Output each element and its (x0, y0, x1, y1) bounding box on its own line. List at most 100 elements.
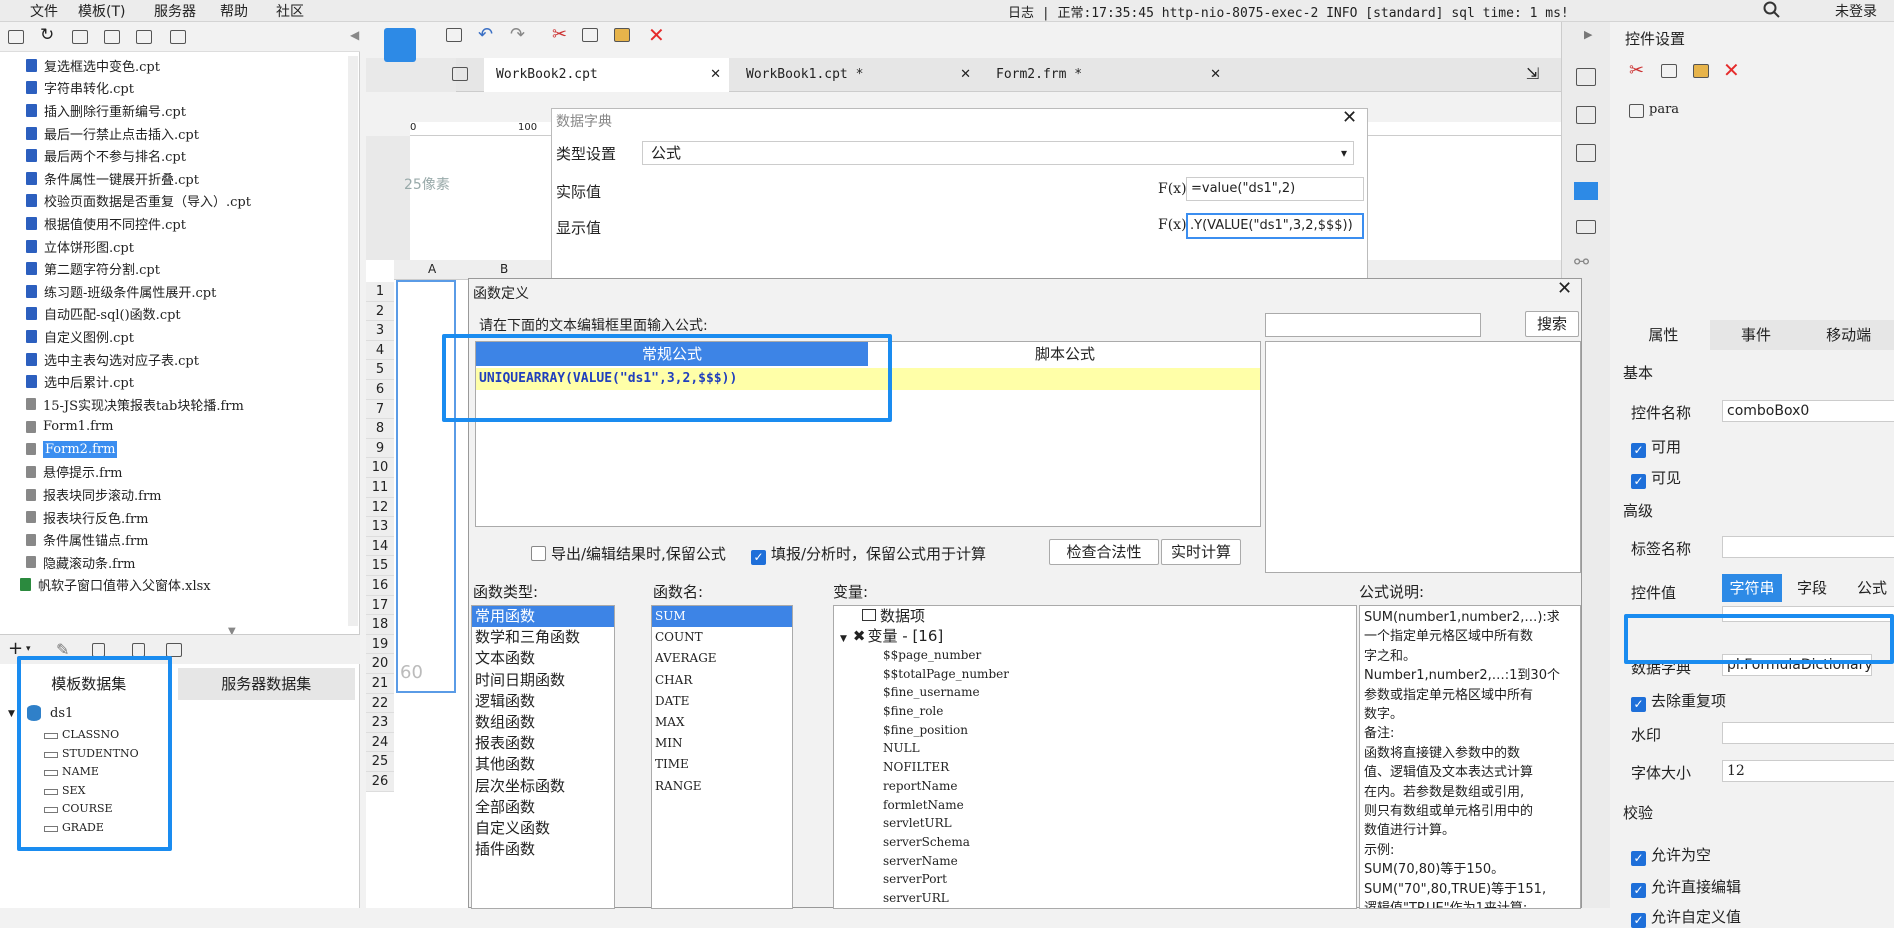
row-number[interactable]: 26 (366, 772, 394, 792)
enabled-checkbox[interactable]: ✓ 可用 (1631, 436, 1681, 458)
row-number[interactable]: 9 (366, 438, 394, 459)
refresh-icon[interactable]: ↻ (40, 25, 54, 45)
grid-icon[interactable] (452, 67, 468, 81)
copy-icon[interactable] (582, 28, 598, 42)
tree-item[interactable]: 插入删除行重新编号.cpt (26, 99, 348, 122)
variable-item[interactable]: serverSchema (834, 833, 1356, 852)
collapse-left-icon[interactable]: ◀ (350, 28, 359, 42)
menu-template[interactable]: 模板(T) (78, 1, 125, 21)
row-number[interactable]: 10 (366, 458, 394, 478)
variable-item[interactable]: NULL (834, 739, 1356, 758)
tree-item[interactable]: 最后一行禁止点击插入.cpt (26, 122, 348, 145)
row-number[interactable]: 21 (366, 674, 394, 694)
row-number[interactable]: 20 (366, 654, 394, 674)
function-type-item[interactable]: 逻辑函数 (472, 691, 614, 712)
widget-para[interactable]: para (1649, 102, 1679, 117)
function-name-item[interactable]: DATE (652, 691, 792, 712)
preview-icon[interactable] (132, 643, 145, 657)
tree-item[interactable]: 报表块同步滚动.frm (26, 483, 348, 506)
function-type-item[interactable]: 层次坐标函数 (472, 776, 614, 797)
tab-workbook2[interactable]: WorkBook2.cpt ✕ (484, 58, 729, 92)
tree-item[interactable]: 帆软子窗口值带入父窗体.xlsx (20, 574, 348, 597)
row-number[interactable]: 17 (366, 595, 394, 616)
link-icon[interactable]: ⚯ (1574, 252, 1589, 273)
row-number[interactable]: 4 (366, 340, 394, 361)
name-input[interactable]: comboBox0 (1722, 400, 1894, 422)
value-tab-string[interactable]: 字符串 (1722, 574, 1782, 602)
function-name-list[interactable]: SUM COUNT AVERAGE CHAR DATE MAX MIN TIME RANGE (651, 605, 793, 909)
function-type-item[interactable]: 数组函数 (472, 712, 614, 733)
dedupe-checkbox[interactable]: ✓ 去除重复项 (1631, 690, 1726, 712)
tree-item[interactable]: 15-JS实现决策报表tab块轮播.frm (26, 393, 348, 416)
fill-checkbox[interactable]: ✓ 填报/分析时，保留公式用于计算 (751, 543, 986, 565)
tree-item[interactable]: 根据值使用不同控件.cpt (26, 212, 348, 235)
export-checkbox[interactable]: 导出/编辑结果时,保留公式 (531, 543, 726, 564)
settings-icon[interactable] (104, 30, 120, 44)
display-input[interactable]: .Y(VALUE("ds1",3,2,$$$)) (1186, 213, 1364, 239)
row-number[interactable]: 2 (366, 301, 394, 322)
variable-item[interactable]: serverURL (834, 889, 1356, 908)
variable-item[interactable]: reportName (834, 777, 1356, 796)
func-search-input[interactable] (1265, 313, 1481, 337)
variable-item[interactable]: $$page_number (834, 646, 1356, 665)
row-number[interactable]: 6 (366, 380, 394, 400)
function-name-item[interactable]: TIME (652, 754, 792, 775)
row-number[interactable]: 13 (366, 517, 394, 537)
new-folder-icon[interactable] (8, 30, 24, 44)
tab-script-formula[interactable]: 脚本公式 (868, 342, 1260, 366)
tree-item[interactable]: 练习题-班级条件属性展开.cpt (26, 280, 348, 303)
tree-item[interactable]: 复选框选中变色.cpt (26, 54, 348, 77)
tree-item[interactable]: 立体饼形图.cpt (26, 235, 348, 258)
tab-mobile[interactable]: 移动端 (1802, 320, 1894, 350)
search-results[interactable] (1265, 341, 1581, 573)
row-number[interactable]: 1 (366, 282, 394, 302)
tree-item[interactable]: 字符串转化.cpt (26, 77, 348, 100)
variable-item[interactable]: servletURL (834, 814, 1356, 833)
image-icon[interactable] (1576, 106, 1596, 124)
row-number[interactable]: 12 (366, 497, 394, 518)
close-icon[interactable]: ✕ (1210, 58, 1221, 92)
fontsize-select[interactable]: 12 (1722, 760, 1894, 782)
tree-item[interactable]: 条件属性一键展开折叠.cpt (26, 167, 348, 190)
row-number[interactable]: 3 (366, 321, 394, 341)
tab-workbook1[interactable]: WorkBook1.cpt * ✕ (734, 58, 979, 92)
copy-icon[interactable] (170, 30, 186, 44)
login-link[interactable]: 未登录 (1835, 1, 1877, 21)
undo-icon[interactable]: ↶ (478, 24, 493, 45)
variable-item[interactable]: $fine_position (834, 721, 1356, 740)
variable-item[interactable]: serverName (834, 852, 1356, 871)
variable-item[interactable]: $fine_role (834, 702, 1356, 721)
redo-icon[interactable]: ↷ (510, 24, 525, 45)
row-number[interactable]: 23 (366, 713, 394, 733)
menu-file[interactable]: 文件 (30, 1, 58, 21)
delete-icon[interactable]: ✕ (648, 23, 665, 47)
menu-help[interactable]: 帮助 (220, 1, 248, 21)
close-icon[interactable]: ✕ (1557, 278, 1572, 299)
tree-scrollbar[interactable] (348, 56, 358, 626)
tree-item[interactable]: 自动匹配-sql()函数.cpt (26, 303, 348, 326)
tab-form2[interactable]: Form2.frm * ✕ (984, 58, 1229, 92)
tree-item[interactable]: 条件属性锚点.frm (26, 528, 348, 551)
row-number[interactable]: 8 (366, 419, 394, 439)
menu-server[interactable]: 服务器 (154, 1, 196, 21)
col-a[interactable]: A (428, 262, 436, 276)
variable-item[interactable]: formletName (834, 796, 1356, 815)
function-type-item[interactable]: 报表函数 (472, 733, 614, 754)
row-number[interactable]: 16 (366, 576, 394, 596)
paste-icon[interactable] (614, 28, 630, 42)
tab-properties[interactable]: 属性 (1617, 320, 1710, 350)
delete-icon[interactable]: ✕ (1723, 58, 1740, 82)
function-name-item[interactable]: CHAR (652, 670, 792, 691)
allow-empty-checkbox[interactable]: ✓ 允许为空 (1631, 844, 1711, 866)
save-icon[interactable] (446, 28, 462, 42)
search-button[interactable]: 搜索 (1525, 311, 1579, 337)
form-icon[interactable] (1576, 220, 1596, 234)
delete-icon[interactable] (92, 643, 105, 657)
tree-item[interactable]: 第二题字符分割.cpt (26, 257, 348, 280)
template-icon[interactable] (72, 30, 88, 44)
cut-icon[interactable]: ✂ (552, 24, 567, 45)
variable-list[interactable]: 数据项 ▼ ✖ 变量 - [16] $$page_number $$totalPage… (833, 605, 1357, 909)
function-type-item[interactable]: 数学和三角函数 (472, 627, 614, 648)
tree-item[interactable]: Form1.frm (26, 416, 348, 439)
expand-icon[interactable]: ▼ (8, 709, 15, 719)
